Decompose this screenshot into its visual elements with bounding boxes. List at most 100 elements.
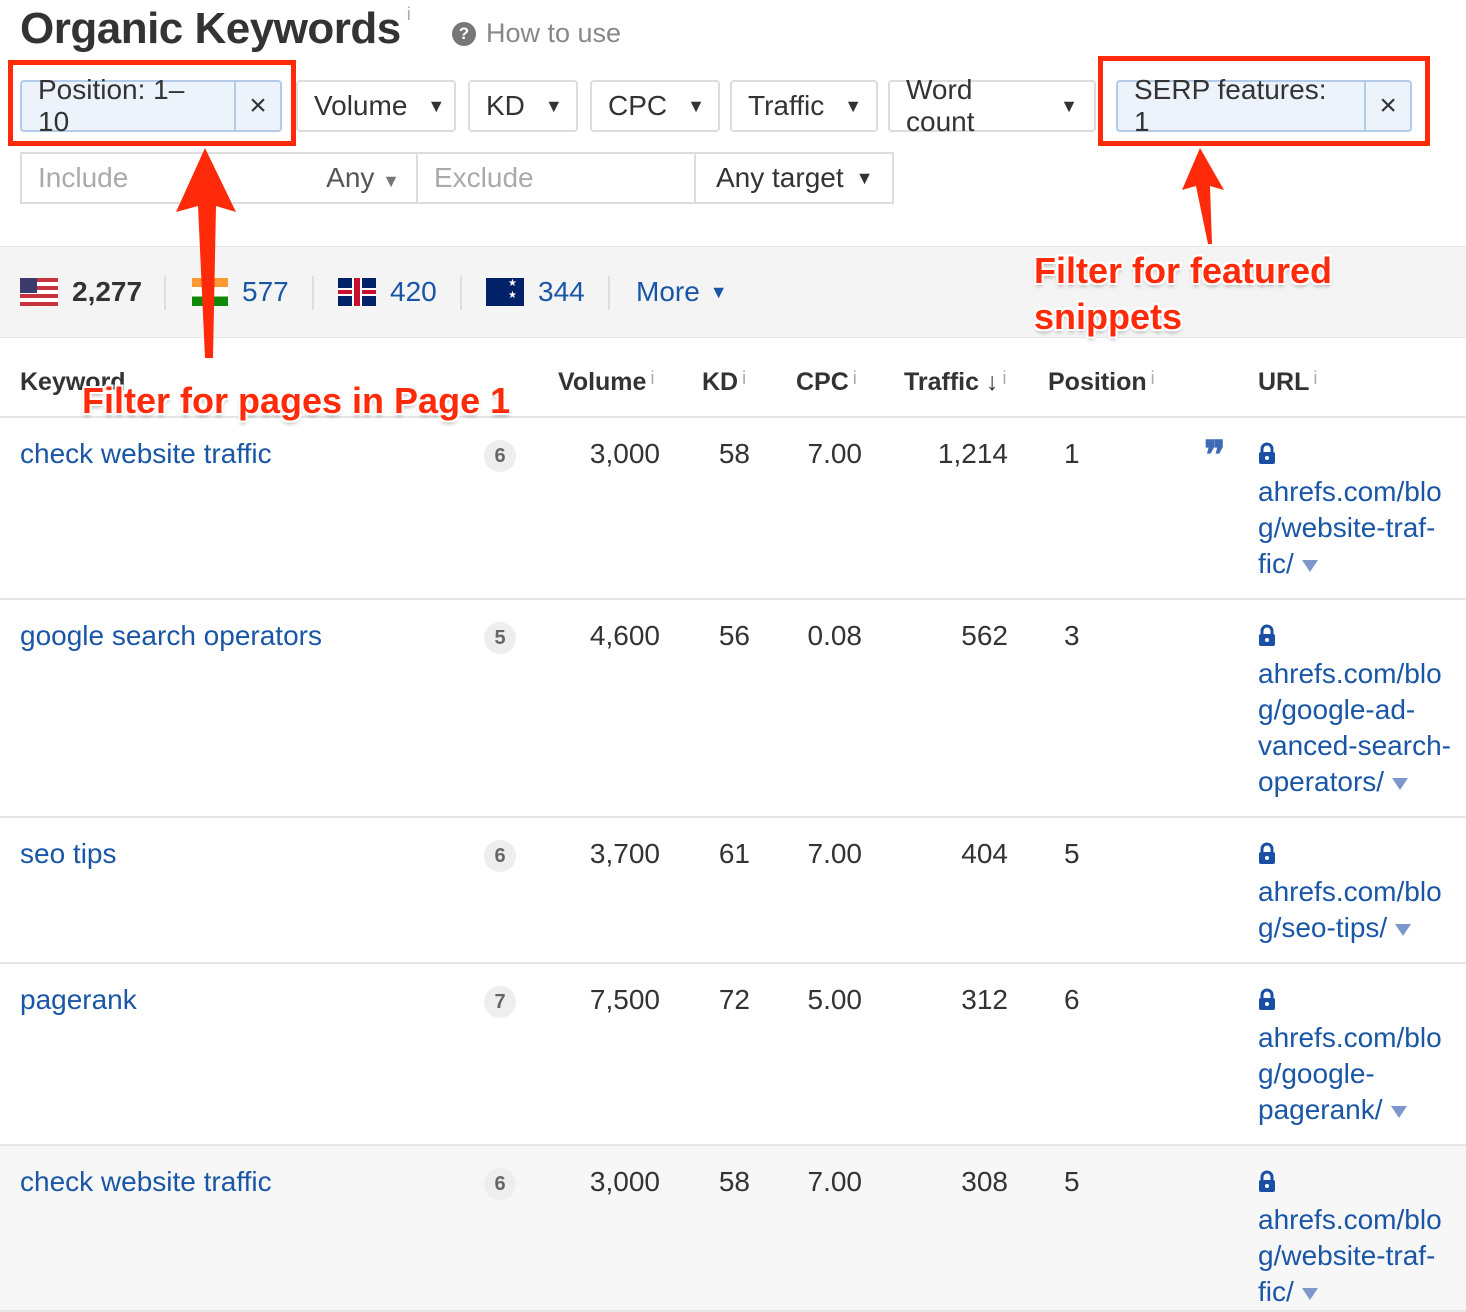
- label: Word count: [906, 74, 975, 137]
- more-countries-button[interactable]: More ▼: [636, 276, 728, 308]
- url-text: ahrefs.com/blo: [1258, 1022, 1442, 1053]
- arrow-up-icon: [176, 148, 236, 358]
- url-line: vanced-search-: [1258, 728, 1451, 764]
- country-gb[interactable]: 420: [338, 276, 437, 308]
- lock-icon: [1259, 988, 1275, 1010]
- serp-features-badge[interactable]: 6: [484, 840, 516, 872]
- kd-filter[interactable]: KD ▼: [468, 80, 578, 132]
- col-position[interactable]: Position i: [1048, 368, 1155, 397]
- country-us[interactable]: 2,277: [20, 276, 142, 308]
- caret-down-icon: ▼: [855, 167, 874, 188]
- url-line: g/website-traf-: [1258, 1238, 1442, 1274]
- col-traffic[interactable]: Traffic ↓ i: [904, 368, 1006, 397]
- more-label: More: [636, 276, 700, 307]
- url-line: ahrefs.com/blo: [1258, 1020, 1442, 1056]
- caret-down-icon[interactable]: [1301, 1287, 1318, 1300]
- arrow-up-icon: [1182, 148, 1224, 244]
- caret-down-icon[interactable]: [1395, 923, 1412, 936]
- info-icon[interactable]: i: [407, 4, 411, 24]
- keyword-link[interactable]: seo tips: [20, 838, 117, 870]
- info-icon[interactable]: i: [650, 368, 654, 388]
- position-value: 3: [1064, 620, 1080, 651]
- header-label: Traffic: [904, 368, 980, 396]
- table-row: check website traffic 6 3,000 58 7.00 1,…: [0, 418, 1466, 600]
- cpc-value: 7.00: [807, 438, 863, 469]
- url-line: ahrefs.com/blo: [1258, 874, 1442, 910]
- url-text: fic/: [1258, 548, 1294, 579]
- caret-down-icon[interactable]: [1301, 559, 1318, 572]
- url-link[interactable]: ahrefs.com/blo g/google-ad-vanced-search-…: [1258, 620, 1451, 800]
- any-target-select[interactable]: Any target ▼: [696, 154, 889, 202]
- url-text: vanced-search-: [1258, 730, 1451, 761]
- volume-filter[interactable]: Volume ▼: [296, 80, 456, 132]
- keyword-filter-bar: Include Any ▼ Exclude Any target ▼: [20, 152, 894, 204]
- info-icon[interactable]: i: [853, 368, 857, 388]
- exclude-input[interactable]: Exclude: [418, 154, 696, 202]
- keyword-link[interactable]: pagerank: [20, 984, 137, 1016]
- count: 344: [538, 276, 585, 307]
- any-target-label: Any target: [716, 162, 844, 193]
- col-cpc[interactable]: CPC i: [796, 368, 857, 397]
- word-count-filter[interactable]: Word count ▼: [888, 74, 1096, 137]
- info-icon[interactable]: i: [1313, 368, 1317, 388]
- cpc-filter[interactable]: CPC ▼: [590, 80, 720, 132]
- australia-flag-icon: ★ ★: [486, 278, 524, 306]
- divider: [312, 276, 314, 310]
- caret-down-icon: ▼: [1060, 95, 1078, 116]
- url-line: ahrefs.com/blo: [1258, 474, 1442, 510]
- how-to-use-link[interactable]: ? How to use: [452, 18, 621, 49]
- keyword-link[interactable]: check website traffic: [20, 438, 272, 470]
- url-text: g/website-traf-: [1258, 1240, 1436, 1271]
- country-au[interactable]: ★ ★ 344: [486, 276, 585, 308]
- traffic-value: 1,214: [937, 438, 1008, 469]
- caret-down-icon[interactable]: [1390, 1105, 1407, 1118]
- url-line: g/seo-tips/: [1258, 910, 1442, 946]
- col-volume[interactable]: Volume i: [558, 368, 654, 397]
- url-link[interactable]: ahrefs.com/blo g/google-pagerank/: [1258, 984, 1442, 1128]
- help-icon: ?: [452, 21, 476, 46]
- keyword-link[interactable]: check website traffic: [20, 1166, 272, 1198]
- info-icon[interactable]: i: [1002, 368, 1006, 388]
- url-link[interactable]: ahrefs.com/blo g/website-traf-fic/: [1258, 438, 1442, 582]
- caret-down-icon[interactable]: [1392, 777, 1409, 790]
- url-line: ahrefs.com/blo: [1258, 656, 1451, 692]
- include-placeholder: Include: [38, 162, 129, 193]
- traffic-filter[interactable]: Traffic ▼: [730, 80, 878, 132]
- highlight-box-position: [8, 60, 296, 146]
- keyword-link[interactable]: google search operators: [20, 620, 322, 652]
- cpc-value: 5.00: [807, 984, 863, 1015]
- url-text: operators/: [1258, 766, 1385, 797]
- url-line: fic/: [1258, 546, 1442, 582]
- volume-value: 3,000: [589, 1166, 660, 1197]
- url-link[interactable]: ahrefs.com/blo g/seo-tips/: [1258, 838, 1442, 946]
- col-url[interactable]: URL i: [1258, 368, 1317, 397]
- page-title: Organic Keywords i: [20, 4, 411, 54]
- featured-snippet-icon: ❞: [1204, 433, 1226, 478]
- any-select[interactable]: Any ▼: [326, 162, 400, 194]
- caret-down-icon: ▼: [709, 281, 728, 302]
- traffic-value: 312: [961, 984, 1008, 1015]
- title-text: Organic Keywords: [20, 4, 401, 53]
- url-link[interactable]: ahrefs.com/blo g/website-traf-fic/: [1258, 1166, 1442, 1310]
- info-icon[interactable]: i: [1151, 368, 1155, 388]
- exclude-placeholder: Exclude: [434, 162, 534, 193]
- cpc-value: 7.00: [807, 1166, 863, 1197]
- url-text: g/google-ad-: [1258, 694, 1416, 725]
- url-line: g/website-traf-: [1258, 510, 1442, 546]
- traffic-value: 404: [961, 838, 1008, 869]
- serp-features-badge[interactable]: 6: [484, 440, 516, 472]
- how-to-use-label: How to use: [486, 18, 622, 48]
- caret-down-icon: ▼: [687, 95, 705, 116]
- col-kd[interactable]: KD i: [702, 368, 746, 397]
- url-text: g/website-traf-: [1258, 512, 1436, 543]
- serp-features-badge[interactable]: 7: [484, 986, 516, 1018]
- serp-features-badge[interactable]: 5: [484, 622, 516, 654]
- label: KD: [486, 90, 525, 121]
- url-line: g/google-: [1258, 1056, 1442, 1092]
- url-line: g/google-ad-: [1258, 692, 1451, 728]
- traffic-value: 308: [961, 1166, 1008, 1197]
- lock-icon: [1259, 842, 1275, 864]
- uk-flag-icon: [338, 278, 376, 306]
- serp-features-badge[interactable]: 6: [484, 1168, 516, 1200]
- info-icon[interactable]: i: [742, 368, 746, 388]
